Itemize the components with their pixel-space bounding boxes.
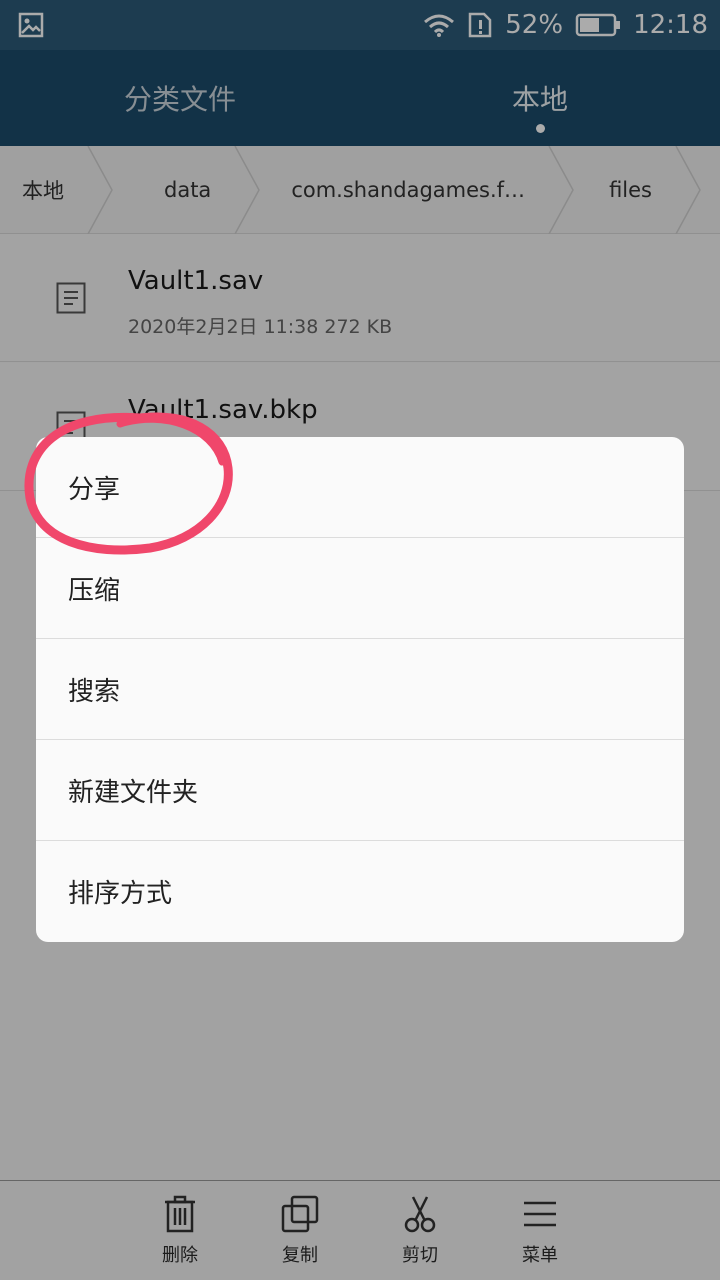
menu-item-new-folder[interactable]: 新建文件夹 [36,740,684,841]
menu-item-sort[interactable]: 排序方式 [36,841,684,942]
menu-item-share[interactable]: 分享 [36,437,684,538]
screen: 52% 12:18 分类文件 本地 本地 data com.shandagame… [0,0,720,1280]
menu-item-compress[interactable]: 压缩 [36,538,684,639]
context-menu: 分享 压缩 搜索 新建文件夹 排序方式 [36,437,684,942]
menu-item-search[interactable]: 搜索 [36,639,684,740]
